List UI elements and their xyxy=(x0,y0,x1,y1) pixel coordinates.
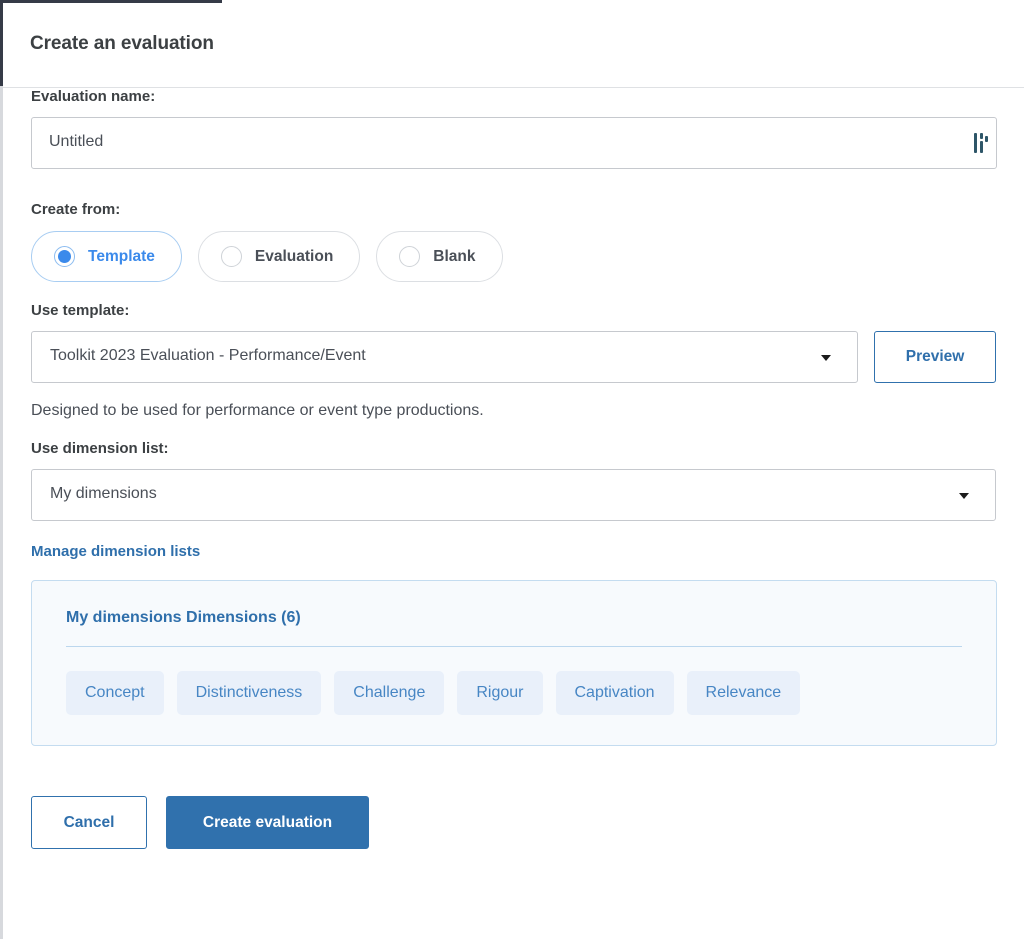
radio-option-evaluation[interactable]: Evaluation xyxy=(197,231,361,282)
dimension-chip: Captivation xyxy=(555,671,674,715)
use-dimension-list-label: Use dimension list: xyxy=(31,440,169,457)
create-evaluation-dialog: Create an evaluation Evaluation name: Un… xyxy=(0,0,1024,939)
radio-label-template: Template xyxy=(88,247,155,265)
radio-icon-template xyxy=(54,246,75,267)
create-from-label: Create from: xyxy=(31,201,121,218)
page-title: Create an evaluation xyxy=(30,33,214,54)
use-template-label: Use template: xyxy=(31,302,130,319)
preview-button[interactable]: Preview xyxy=(874,331,996,383)
dialog-footer: Cancel Create evaluation xyxy=(31,796,996,849)
dialog-header: Create an evaluation xyxy=(3,3,1024,88)
dimension-chip: Relevance xyxy=(686,671,801,715)
evaluation-name-input[interactable]: Untitled xyxy=(31,117,997,169)
template-select[interactable]: Toolkit 2023 Evaluation - Performance/Ev… xyxy=(31,331,859,383)
dimension-chip: Challenge xyxy=(334,671,445,715)
use-dimension-list-row: My dimensions xyxy=(31,469,996,521)
create-from-radio-group: Template Evaluation Blank xyxy=(31,231,996,282)
create-evaluation-button[interactable]: Create evaluation xyxy=(166,796,369,849)
dimensions-panel-title: My dimensions Dimensions (6) xyxy=(66,609,301,626)
evaluation-name-value: Untitled xyxy=(49,133,104,150)
dimension-list-select[interactable]: My dimensions xyxy=(31,469,996,521)
dimension-chip-list: Concept Distinctiveness Challenge Rigour… xyxy=(66,671,962,715)
dimension-list-select-value: My dimensions xyxy=(50,485,157,502)
radio-label-evaluation: Evaluation xyxy=(254,247,334,265)
template-select-value: Toolkit 2023 Evaluation - Performance/Ev… xyxy=(50,347,366,364)
resize-grip-icon[interactable] xyxy=(973,132,989,154)
template-description: Designed to be used for performance or e… xyxy=(31,402,484,419)
radio-icon-evaluation xyxy=(220,246,242,267)
chevron-down-icon xyxy=(821,355,832,361)
dimension-chip: Concept xyxy=(66,671,164,715)
radio-option-template[interactable]: Template xyxy=(31,231,182,282)
radio-icon-blank xyxy=(399,246,421,267)
dimensions-panel-divider xyxy=(66,646,962,647)
manage-dimension-lists-link[interactable]: Manage dimension lists xyxy=(31,543,200,560)
radio-option-blank[interactable]: Blank xyxy=(376,231,503,282)
dialog-body: Evaluation name: Untitled Create from: T… xyxy=(3,89,1024,939)
dimension-chip: Rigour xyxy=(457,671,543,715)
dimension-chip: Distinctiveness xyxy=(176,671,322,715)
chevron-down-icon xyxy=(959,493,969,499)
radio-label-blank: Blank xyxy=(433,247,476,265)
evaluation-name-label: Evaluation name: xyxy=(31,88,156,105)
use-template-row: Toolkit 2023 Evaluation - Performance/Ev… xyxy=(31,331,996,383)
cancel-button[interactable]: Cancel xyxy=(31,796,147,849)
dimensions-panel: My dimensions Dimensions (6) Concept Dis… xyxy=(31,580,997,746)
